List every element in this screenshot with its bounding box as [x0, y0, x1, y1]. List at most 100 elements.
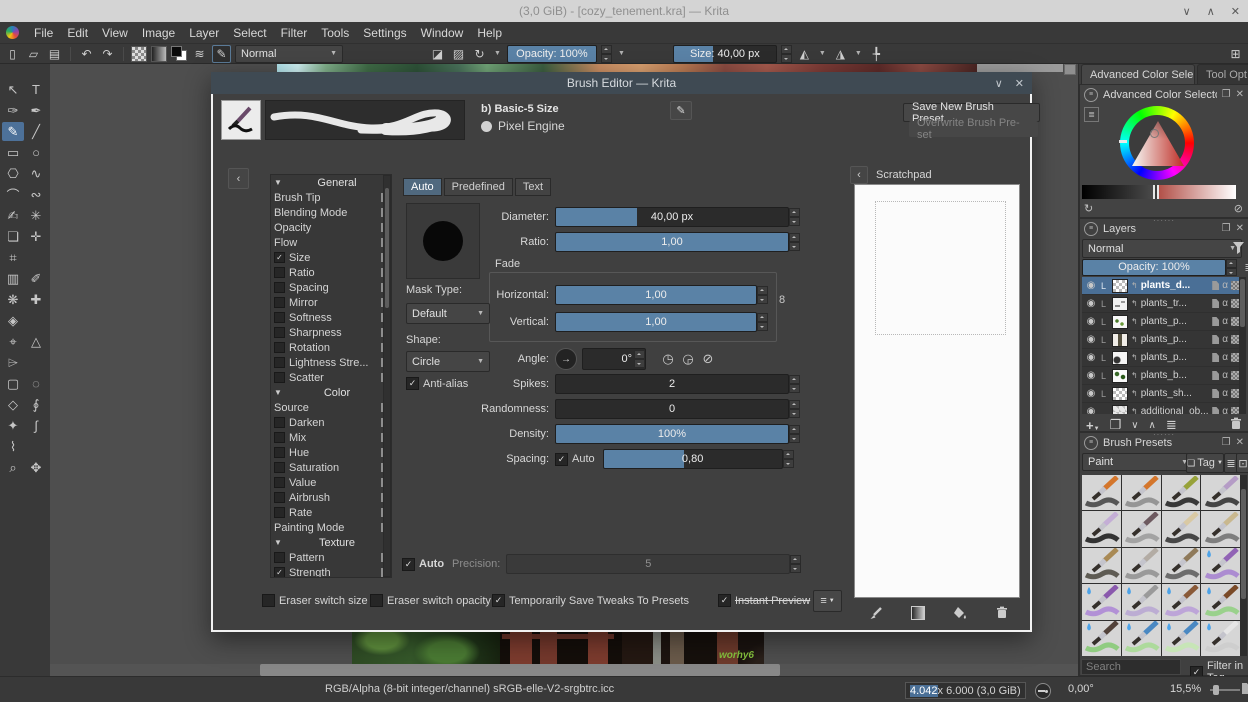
preserve-alpha-icon[interactable]: ▨: [450, 46, 467, 62]
workspace-chooser-icon[interactable]: ⊞: [1227, 46, 1244, 62]
brush-preset-thumbnail[interactable]: [1121, 511, 1161, 547]
option-checkbox[interactable]: [274, 312, 285, 323]
scrollbar-thumb[interactable]: [260, 664, 780, 676]
rectangle-tool-icon[interactable]: ▭: [2, 143, 24, 162]
eraser-switch-size-checkbox[interactable]: Eraser switch size: [262, 594, 368, 607]
brush-preset-thumbnail[interactable]: [1161, 475, 1201, 511]
menu-help[interactable]: Help: [470, 24, 509, 42]
reload-preset-icon[interactable]: ↻: [471, 46, 488, 62]
zoom-slider[interactable]: [1210, 685, 1240, 695]
close-panel-icon[interactable]: ✕: [1236, 223, 1244, 234]
tag-button[interactable]: ❑ Tag ▼: [1186, 453, 1224, 473]
tab-auto[interactable]: Auto: [403, 178, 442, 196]
brush-preset-thumbnail[interactable]: [1201, 584, 1240, 620]
tab-advanced-color-selector[interactable]: Advanced Color Sele...: [1081, 64, 1195, 84]
spikes-spinner[interactable]: [789, 375, 800, 393]
layer-alpha-icon[interactable]: α: [1222, 316, 1228, 327]
assistants-tool-icon[interactable]: ⌖: [2, 332, 24, 351]
brush-preset-thumbnail[interactable]: [1201, 511, 1240, 547]
options-section-texture[interactable]: ▼ Texture: [271, 535, 391, 550]
layer-thumbnail[interactable]: [1112, 350, 1128, 365]
float-panel-icon[interactable]: ❐: [1222, 89, 1231, 100]
layer-row[interactable]: ◉ L ↰ plants_p... α: [1082, 331, 1242, 349]
polygonal-select-tool-icon[interactable]: ◇: [2, 395, 24, 414]
layer-row[interactable]: ◉ L ↰ plants_d... α: [1082, 277, 1242, 295]
clear-color-icon[interactable]: ⊘: [1234, 202, 1243, 215]
randomness-spinner[interactable]: [789, 400, 800, 418]
options-section-general[interactable]: ▼ General: [271, 175, 391, 190]
polyline-tool-icon[interactable]: ∿: [25, 164, 47, 183]
option-checkbox[interactable]: [274, 507, 285, 518]
layer-alpha-icon[interactable]: α: [1222, 298, 1228, 309]
save-tweaks-checkbox[interactable]: Temporarily Save Tweaks To Presets: [492, 594, 689, 607]
layer-visibility-icon[interactable]: ◉: [1084, 280, 1098, 291]
canvas-scroll-button[interactable]: [1064, 64, 1076, 75]
fill-tool-icon[interactable]: ◈: [2, 311, 24, 330]
randomness-slider[interactable]: 0: [555, 399, 789, 419]
layer-row[interactable]: ◉ L ↰ plants_tr... α: [1082, 295, 1242, 313]
layer-row[interactable]: ◉ L ↰ plants_p... α: [1082, 313, 1242, 331]
layer-visibility-icon[interactable]: ◉: [1084, 316, 1098, 327]
menu-select[interactable]: Select: [226, 24, 273, 42]
freehand-brush-tool-icon[interactable]: ✎: [2, 122, 24, 141]
scratchpad-paint-icon[interactable]: [865, 604, 887, 621]
scratchpad-trash-icon[interactable]: [991, 604, 1013, 621]
density-slider[interactable]: 100%: [555, 424, 789, 444]
fade-horizontal-slider[interactable]: 1,00: [555, 285, 757, 305]
brush-option-brush-tip[interactable]: Brush Tip: [271, 190, 391, 205]
layer-row[interactable]: ◉ L ↰ plants_p... α: [1082, 349, 1242, 367]
diameter-spinner[interactable]: [789, 208, 800, 226]
presets-scrollbar[interactable]: [1240, 475, 1247, 656]
angle-clock-icon[interactable]: ◷: [658, 349, 678, 369]
layer-visibility-icon[interactable]: ◉: [1084, 370, 1098, 381]
color-sampler-tool-icon[interactable]: ✐: [25, 269, 47, 288]
text-tool-icon[interactable]: T: [25, 80, 47, 99]
duplicate-layer-button[interactable]: ❐: [1110, 417, 1122, 433]
brush-preset-thumbnail[interactable]: [1082, 584, 1121, 620]
menu-filter[interactable]: Filter: [274, 24, 315, 42]
layer-opacity-slider[interactable]: Opacity: 100%: [1082, 259, 1226, 276]
layer-lock-icon[interactable]: [1212, 299, 1220, 308]
docker-menu-icon[interactable]: ≡: [1084, 87, 1098, 102]
overwrite-preset-button[interactable]: Overwrite Brush Pre­set: [909, 117, 1038, 141]
layer-lock-icon[interactable]: [1212, 281, 1220, 290]
menu-layer[interactable]: Layer: [182, 24, 226, 42]
angle-input[interactable]: 0°: [582, 348, 646, 370]
undo-icon[interactable]: ↶: [78, 46, 95, 62]
chevron-down-icon[interactable]: ▼: [616, 50, 627, 57]
angle-counterclock-icon[interactable]: ◶: [678, 349, 698, 369]
crop-tool-icon[interactable]: ⌗: [2, 248, 24, 267]
brush-preset-thumbnail[interactable]: [1161, 620, 1201, 656]
minimize-icon[interactable]: ∨: [1183, 5, 1191, 18]
layer-thumbnail[interactable]: [1112, 314, 1128, 329]
close-panel-icon[interactable]: ✕: [1236, 437, 1244, 448]
docker-menu-icon[interactable]: ≡: [1084, 435, 1098, 450]
precision-slider[interactable]: 5: [506, 554, 791, 574]
angle-diagonal-icon[interactable]: ⊘: [698, 349, 718, 369]
brush-preset-thumbnail[interactable]: [1161, 584, 1201, 620]
option-checkbox[interactable]: [274, 252, 285, 263]
spacing-auto-checkbox[interactable]: Auto: [555, 452, 595, 466]
redo-icon[interactable]: ↷: [99, 46, 116, 62]
fade-vertical-spinner[interactable]: [757, 313, 768, 331]
layer-lock-icon[interactable]: [1212, 317, 1220, 326]
brush-preset-thumbnail[interactable]: [1082, 547, 1121, 584]
mirror-horizontal-icon[interactable]: ◭: [796, 46, 813, 62]
tab-predefined[interactable]: Predefined: [443, 178, 513, 196]
layer-alpha-icon[interactable]: α: [1222, 370, 1228, 381]
freehand-path-tool-icon[interactable]: ∾: [25, 185, 47, 204]
brush-preset-chooser-icon[interactable]: ≋: [191, 46, 208, 62]
layer-row[interactable]: ◉ L ↰ plants_b... α: [1082, 367, 1242, 385]
layer-opacity-spinner[interactable]: [1226, 259, 1237, 276]
option-checkbox[interactable]: [274, 372, 285, 383]
brush-preset-thumbnail[interactable]: [1201, 475, 1240, 511]
layer-thumbnail[interactable]: [1112, 332, 1128, 347]
scrollbar-thumb[interactable]: [1240, 279, 1245, 327]
opacity-spinner[interactable]: [600, 44, 612, 63]
precision-spinner[interactable]: [790, 555, 802, 573]
document-dimensions-field[interactable]: 4.042 x 6.000 (3,0 GiB): [905, 682, 1026, 699]
preset-icon-thumbnail[interactable]: [221, 100, 261, 140]
chevron-left-icon[interactable]: ‹: [850, 166, 868, 184]
menu-view[interactable]: View: [95, 24, 135, 42]
filter-layers-icon[interactable]: [1231, 239, 1245, 256]
